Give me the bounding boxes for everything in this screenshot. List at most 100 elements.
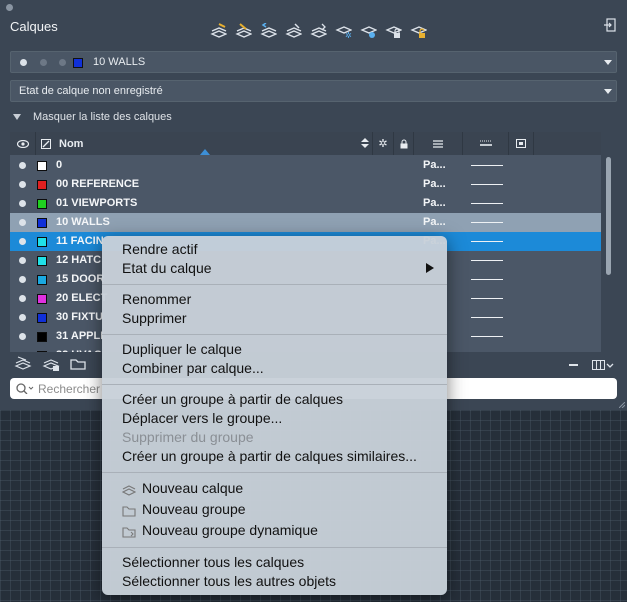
linetype-icon bbox=[433, 139, 443, 148]
column-name[interactable]: Nom bbox=[36, 132, 373, 155]
menu-item-selectionner-autres[interactable]: Sélectionner tous les autres objets bbox=[122, 572, 336, 591]
visibility-icon[interactable] bbox=[19, 314, 26, 321]
lineweight-preview[interactable] bbox=[471, 165, 503, 166]
layer-linetype[interactable]: Pa... bbox=[423, 159, 446, 171]
table-header: Nom ✲ bbox=[10, 132, 601, 155]
layer-name: 10 WALLS bbox=[56, 216, 110, 228]
scroll-thumb[interactable] bbox=[606, 157, 611, 275]
visibility-icon[interactable] bbox=[19, 257, 26, 264]
menu-item-selectionner-calques[interactable]: Sélectionner tous les calques bbox=[122, 553, 304, 572]
menu-item-nouveau-groupe-dynamique[interactable]: Nouveau groupe dynamique bbox=[142, 521, 318, 540]
layer-freeze-icon[interactable]: ✲ bbox=[333, 22, 354, 40]
menu-item-etat-du-calque[interactable]: Etat du calque bbox=[122, 259, 212, 278]
table-row[interactable]: 00 REFERENCE Pa... bbox=[10, 175, 601, 194]
lineweight-preview[interactable] bbox=[471, 279, 503, 280]
menu-item-supprimer[interactable]: Supprimer bbox=[122, 309, 187, 328]
table-row[interactable]: 01 VIEWPORTS Pa... bbox=[10, 194, 601, 213]
svg-text:✲: ✲ bbox=[345, 31, 352, 39]
new-group-icon[interactable] bbox=[70, 356, 88, 372]
current-layer-name: 10 WALLS bbox=[93, 56, 146, 68]
menu-item-deplacer-groupe[interactable]: Déplacer vers le groupe... bbox=[122, 409, 282, 428]
visibility-icon[interactable] bbox=[19, 181, 26, 188]
layer-linetype[interactable]: Pa... bbox=[423, 216, 446, 228]
layer-color-swatch[interactable] bbox=[37, 218, 47, 228]
visibility-icon[interactable] bbox=[19, 219, 26, 226]
visibility-icon[interactable] bbox=[19, 295, 26, 302]
layer-name: 12 HATC bbox=[56, 254, 102, 266]
layer-color-swatch bbox=[73, 58, 83, 68]
layer-merge-icon[interactable] bbox=[308, 22, 329, 40]
visibility-icon[interactable] bbox=[19, 238, 26, 245]
table-row[interactable]: 0 Pa... bbox=[10, 156, 601, 175]
column-name-label: Nom bbox=[59, 137, 84, 150]
palette-titlebar[interactable] bbox=[0, 0, 627, 14]
layer-walk-icon[interactable] bbox=[283, 22, 304, 40]
layer-match-icon[interactable] bbox=[208, 22, 229, 40]
lineweight-preview[interactable] bbox=[471, 241, 503, 242]
collapse-icon[interactable] bbox=[569, 364, 578, 366]
visibility-icon[interactable] bbox=[19, 162, 26, 169]
menu-item-supprimer-groupe: Supprimer du groupe bbox=[122, 429, 254, 445]
layer-unlock-icon[interactable] bbox=[408, 22, 429, 40]
menu-item-renommer[interactable]: Renommer bbox=[122, 290, 191, 309]
menu-item-rendre-actif[interactable]: Rendre actif bbox=[122, 240, 197, 259]
layer-isolate-icon[interactable] bbox=[233, 22, 254, 40]
layer-linetype[interactable]: Pa... bbox=[423, 197, 446, 209]
current-layer-dropdown[interactable]: 10 WALLS bbox=[10, 51, 617, 73]
layer-lock-icon[interactable] bbox=[383, 22, 404, 40]
layer-color-swatch[interactable] bbox=[37, 313, 47, 323]
column-lineweight[interactable] bbox=[463, 132, 509, 155]
close-icon[interactable] bbox=[6, 4, 13, 11]
layer-color-swatch[interactable] bbox=[37, 256, 47, 266]
lineweight-icon bbox=[479, 140, 492, 146]
layer-color-swatch[interactable] bbox=[37, 332, 47, 342]
new-layer-icon[interactable] bbox=[14, 356, 32, 372]
lineweight-preview[interactable] bbox=[471, 336, 503, 337]
lineweight-preview[interactable] bbox=[471, 184, 503, 185]
menu-item-creer-groupe[interactable]: Créer un groupe à partir de calques bbox=[122, 390, 343, 409]
column-linetype[interactable] bbox=[414, 132, 463, 155]
dock-icon[interactable] bbox=[603, 18, 617, 32]
menu-item-combiner[interactable]: Combiner par calque... bbox=[122, 359, 264, 378]
lineweight-preview[interactable] bbox=[471, 203, 503, 204]
column-lock[interactable] bbox=[394, 132, 414, 155]
visibility-icon[interactable] bbox=[19, 200, 26, 207]
collapse-layer-list[interactable]: Masquer la liste des calques bbox=[13, 111, 172, 123]
layer-color-swatch[interactable] bbox=[37, 275, 47, 285]
lineweight-preview[interactable] bbox=[471, 317, 503, 318]
layer-color-swatch[interactable] bbox=[37, 351, 47, 352]
layer-state-dropdown[interactable]: Etat de calque non enregistré bbox=[10, 80, 617, 102]
column-empty bbox=[534, 132, 601, 155]
layer-color-swatch[interactable] bbox=[37, 294, 47, 304]
lineweight-preview[interactable] bbox=[471, 298, 503, 299]
visibility-icon[interactable] bbox=[19, 276, 26, 283]
menu-item-nouveau-calque[interactable]: Nouveau calque bbox=[142, 479, 243, 498]
new-frozen-layer-icon[interactable] bbox=[42, 356, 60, 372]
layer-color-swatch[interactable] bbox=[37, 237, 47, 247]
chevron-down-icon bbox=[604, 60, 612, 65]
layer-name: 20 ELECT bbox=[56, 292, 108, 304]
column-transparency[interactable] bbox=[509, 132, 534, 155]
layer-list-scrollbar[interactable] bbox=[604, 155, 612, 352]
layer-color-swatch[interactable] bbox=[37, 180, 47, 190]
visibility-icon[interactable] bbox=[19, 333, 26, 340]
lineweight-preview[interactable] bbox=[471, 260, 503, 261]
layer-linetype[interactable]: Pa... bbox=[423, 178, 446, 190]
table-row[interactable]: 10 WALLS Pa... bbox=[10, 213, 601, 232]
menu-item-nouveau-groupe[interactable]: Nouveau groupe bbox=[142, 500, 246, 519]
freeze-icon bbox=[59, 59, 66, 66]
layer-off-icon[interactable] bbox=[358, 22, 379, 40]
columns-settings-icon[interactable] bbox=[592, 359, 614, 371]
menu-item-creer-groupe-similaires[interactable]: Créer un groupe à partir de calques simi… bbox=[122, 447, 417, 466]
layer-color-swatch[interactable] bbox=[37, 199, 47, 209]
column-freeze[interactable]: ✲ bbox=[373, 132, 394, 155]
layer-name: 0 bbox=[56, 159, 63, 171]
layer-color-swatch[interactable] bbox=[37, 161, 47, 171]
panel-title: Calques bbox=[10, 19, 58, 34]
menu-item-dupliquer[interactable]: Dupliquer le calque bbox=[122, 340, 242, 359]
layer-previous-icon[interactable] bbox=[258, 22, 279, 40]
lineweight-preview[interactable] bbox=[471, 222, 503, 223]
column-visibility[interactable] bbox=[10, 132, 36, 155]
submenu-arrow-icon bbox=[426, 263, 434, 273]
resize-handle-icon[interactable] bbox=[619, 402, 625, 408]
